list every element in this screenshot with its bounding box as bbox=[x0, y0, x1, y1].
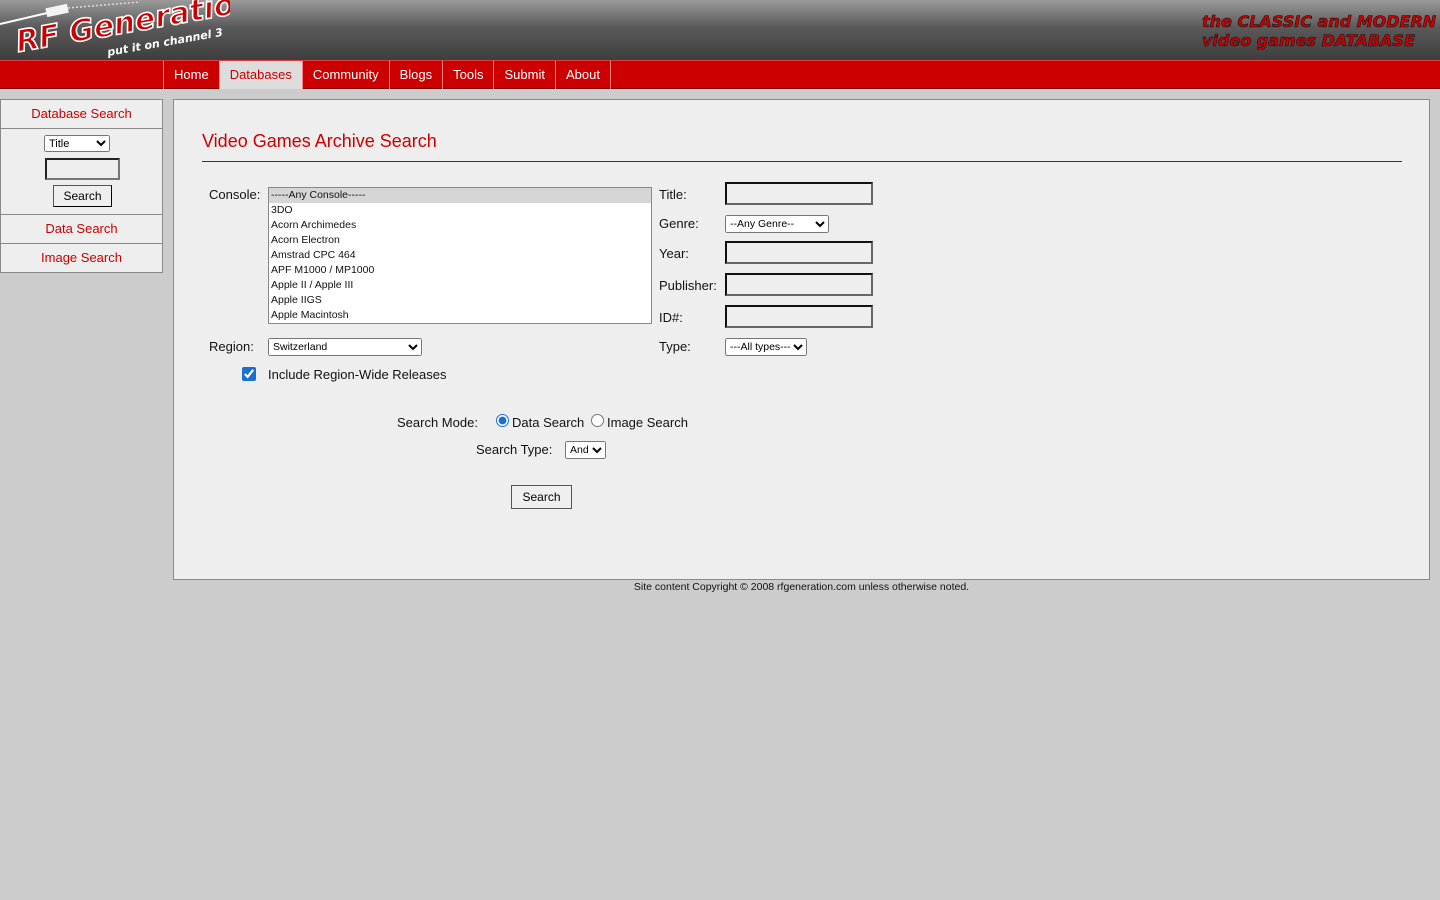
id-input[interactable] bbox=[725, 305, 873, 328]
title-input[interactable] bbox=[725, 182, 873, 205]
footer-copyright: Site content Copyright © 2008 rfgenerati… bbox=[633, 581, 970, 593]
year-input[interactable] bbox=[725, 241, 873, 264]
genre-label: Genre: bbox=[659, 216, 699, 231]
search-mode-data-radio[interactable] bbox=[496, 414, 509, 427]
region-select[interactable]: Switzerland bbox=[268, 338, 422, 356]
publisher-input[interactable] bbox=[725, 273, 873, 296]
nav-about[interactable]: About bbox=[556, 61, 611, 89]
console-option[interactable]: Acorn Archimedes bbox=[269, 218, 651, 233]
include-region-wide-checkbox[interactable] bbox=[242, 367, 256, 381]
console-option[interactable]: -----Any Console----- bbox=[269, 188, 651, 203]
title-label: Title: bbox=[659, 187, 687, 202]
console-option[interactable]: 3DO bbox=[269, 203, 651, 218]
rf-generation-logo[interactable]: RF Generation put it on channel 3 bbox=[0, 0, 230, 60]
quick-search-field-select[interactable]: Title bbox=[44, 135, 110, 152]
year-label: Year: bbox=[659, 246, 689, 261]
sidebar-link-data-search[interactable]: Data Search bbox=[1, 215, 162, 244]
genre-select[interactable]: --Any Genre-- bbox=[725, 215, 829, 233]
site-tagline: the CLASSIC and MODERN video games DATAB… bbox=[1202, 12, 1437, 51]
nav-tools[interactable]: Tools bbox=[443, 61, 495, 89]
console-option[interactable]: Amstrad CPC 464 bbox=[269, 248, 651, 263]
publisher-label: Publisher: bbox=[659, 278, 717, 293]
main-nav: Home Databases Community Blogs Tools Sub… bbox=[0, 60, 1440, 89]
nav-home[interactable]: Home bbox=[164, 61, 220, 89]
region-label: Region: bbox=[209, 339, 254, 354]
console-option[interactable]: Apple IIGS bbox=[269, 293, 651, 308]
search-mode-image-radio[interactable] bbox=[591, 414, 604, 427]
quick-search-form: Title Search bbox=[1, 129, 162, 215]
search-mode-data-label: Data Search bbox=[512, 415, 585, 430]
tagline-line-2: video games DATABASE bbox=[1202, 31, 1415, 50]
console-option[interactable]: Apple II / Apple III bbox=[269, 278, 651, 293]
search-mode-label: Search Mode: bbox=[397, 415, 478, 430]
search-type-label: Search Type: bbox=[476, 442, 553, 457]
nav-community[interactable]: Community bbox=[303, 61, 390, 89]
console-option[interactable]: APF M1000 / MP1000 bbox=[269, 263, 651, 278]
sidebar-link-image-search[interactable]: Image Search bbox=[1, 244, 162, 273]
nav-submit[interactable]: Submit bbox=[494, 61, 556, 89]
quick-search-input[interactable] bbox=[45, 158, 120, 180]
tagline-line-1: the CLASSIC and MODERN bbox=[1202, 12, 1437, 31]
type-label: Type: bbox=[659, 339, 691, 354]
sidebar-heading: Database Search bbox=[1, 100, 162, 129]
search-mode-image-label: Image Search bbox=[607, 415, 688, 430]
console-option[interactable]: Acorn Electron bbox=[269, 233, 651, 248]
console-listbox[interactable]: -----Any Console----- 3DO Acorn Archimed… bbox=[268, 187, 652, 324]
id-label: ID#: bbox=[659, 310, 683, 325]
sidebar: Database Search Title Search Data Search… bbox=[0, 99, 163, 273]
type-select[interactable]: ---All types--- bbox=[725, 338, 807, 356]
nav-databases[interactable]: Databases bbox=[219, 61, 303, 89]
page-title: Video Games Archive Search bbox=[202, 131, 437, 151]
search-button[interactable]: Search bbox=[511, 485, 572, 509]
console-option[interactable]: Apple Macintosh bbox=[269, 308, 651, 323]
search-type-select[interactable]: And bbox=[565, 441, 606, 459]
quick-search-button[interactable]: Search bbox=[53, 185, 112, 207]
main-panel: Video Games Archive Search Console: ----… bbox=[173, 99, 1430, 580]
include-region-wide-label: Include Region-Wide Releases bbox=[268, 367, 447, 382]
nav-blogs[interactable]: Blogs bbox=[390, 61, 444, 89]
console-label: Console: bbox=[209, 187, 261, 202]
site-header: RF Generation put it on channel 3 the CL… bbox=[0, 0, 1440, 60]
title-divider bbox=[202, 161, 1402, 162]
